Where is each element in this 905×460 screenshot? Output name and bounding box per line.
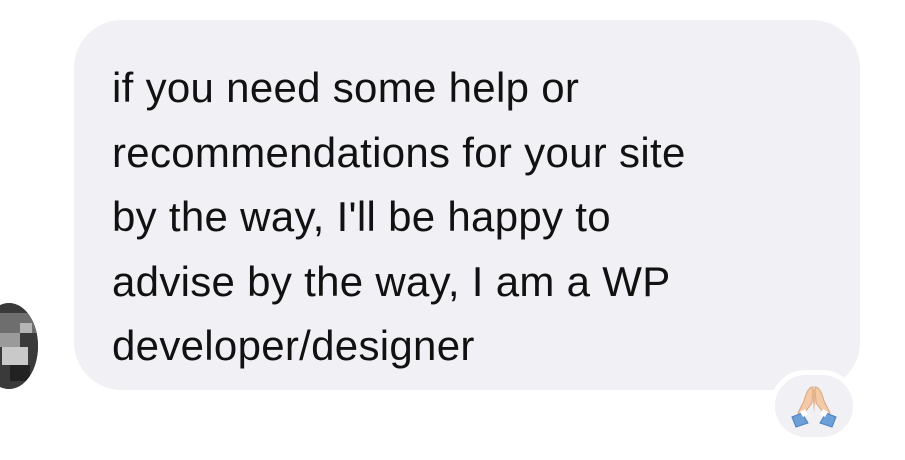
avatar-photo xyxy=(0,303,38,389)
folded-hands-icon xyxy=(791,386,837,428)
reaction-badge[interactable] xyxy=(770,370,858,442)
sender-avatar[interactable] xyxy=(0,303,38,389)
message-bubble[interactable]: if you need some help or recommendations… xyxy=(74,20,860,390)
message-text: if you need some help or recommendations… xyxy=(112,64,686,369)
